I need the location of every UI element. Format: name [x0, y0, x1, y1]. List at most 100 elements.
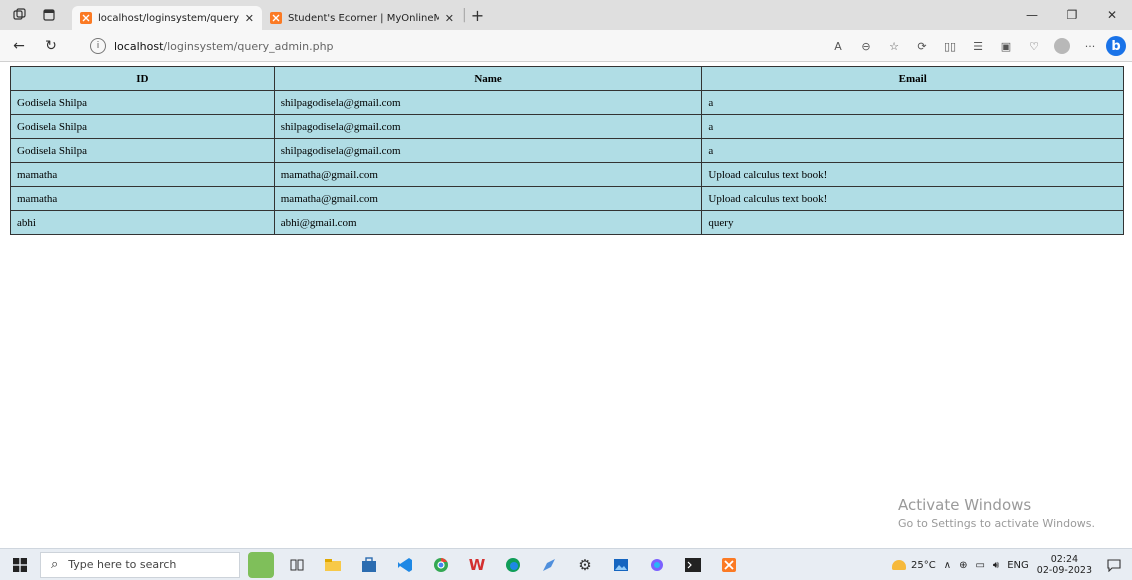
browser-tab-bar: localhost/loginsystem/query_adm ✕ Studen… — [0, 0, 1132, 30]
close-tab-icon[interactable]: ✕ — [245, 12, 254, 25]
favorites-icon[interactable]: ☰ — [966, 34, 990, 58]
read-aloud-icon[interactable]: A — [826, 34, 850, 58]
xampp-icon[interactable] — [716, 552, 742, 578]
table-row: Godisela Shilpa shilpagodisela@gmail.com… — [10, 90, 1124, 115]
vscode-icon[interactable] — [392, 552, 418, 578]
windows-taskbar: ⌕ Type here to search W ⚙ 25°C ∧ ⊕ ▭ 🔊︎ … — [0, 548, 1132, 580]
page-content: ID Name Email Godisela Shilpa shilpagodi… — [10, 66, 1124, 546]
search-placeholder: Type here to search — [68, 558, 177, 571]
weather-widget[interactable]: 25°C — [892, 560, 936, 571]
table-cell: Godisela Shilpa — [10, 138, 275, 163]
clock-time: 02:24 — [1050, 554, 1079, 565]
table-cell: a — [701, 90, 1124, 115]
window-controls: — ❐ ✕ — [1012, 0, 1132, 30]
new-tab-button[interactable]: + — [471, 6, 484, 25]
table-cell: mamatha@gmail.com — [273, 186, 703, 211]
tab-title: localhost/loginsystem/query_adm — [98, 12, 239, 24]
collections-icon[interactable]: ▣ — [994, 34, 1018, 58]
close-tab-icon[interactable]: ✕ — [445, 12, 454, 25]
wps-office-icon[interactable]: W — [464, 552, 490, 578]
show-hidden-icons-icon[interactable]: ∧ — [944, 560, 951, 571]
weather-icon — [892, 560, 907, 570]
tab-divider: | — [462, 7, 467, 23]
table-cell: mamatha — [10, 186, 275, 211]
table-cell: Godisela Shilpa — [10, 114, 275, 139]
table-row: mamatha mamatha@gmail.com Upload calculu… — [10, 162, 1124, 187]
back-icon[interactable]: ← — [6, 33, 32, 59]
paint-icon[interactable] — [536, 552, 562, 578]
table-cell: mamatha — [10, 162, 275, 187]
widgets-icon[interactable] — [248, 551, 274, 578]
address-bar[interactable]: i localhost /loginsystem/query_admin.php — [90, 34, 710, 58]
column-header-name: Name — [273, 66, 703, 91]
clock-date: 02-09-2023 — [1036, 565, 1092, 576]
table-cell: mamatha@gmail.com — [273, 162, 703, 187]
network-icon[interactable]: ⊕ — [959, 560, 967, 571]
table-row: Godisela Shilpa shilpagodisela@gmail.com… — [10, 138, 1124, 163]
avatar — [1054, 38, 1070, 54]
table-cell: a — [701, 138, 1124, 163]
query-table: ID Name Email Godisela Shilpa shilpagodi… — [10, 66, 1124, 235]
tab-title: Student's Ecorner | MyOnlineMe — [288, 12, 439, 24]
table-cell: Upload calculus text book! — [701, 162, 1124, 187]
more-options-icon[interactable]: ··· — [1078, 34, 1102, 58]
tab-actions-icon[interactable] — [38, 4, 60, 26]
restore-icon[interactable]: ❐ — [1052, 8, 1092, 22]
table-cell: abhi@gmail.com — [273, 210, 703, 235]
store-icon[interactable] — [356, 552, 382, 578]
minimize-icon[interactable]: — — [1012, 8, 1052, 22]
table-cell: Godisela Shilpa — [10, 90, 275, 115]
xampp-favicon-icon — [80, 12, 92, 24]
table-row: mamatha mamatha@gmail.com Upload calculu… — [10, 186, 1124, 211]
taskbar-apps: W ⚙ — [248, 551, 742, 578]
extensions-icon[interactable]: ⟳ — [910, 34, 934, 58]
table-row: abhi abhi@gmail.com query — [10, 210, 1124, 235]
search-icon: ⌕ — [51, 557, 59, 572]
watermark-subtitle: Go to Settings to activate Windows. — [898, 517, 1096, 530]
browser-toolbar: ← ↻ i localhost /loginsystem/query_admin… — [0, 30, 1132, 62]
favorite-star-icon[interactable]: ☆ — [882, 34, 906, 58]
profile-icon[interactable] — [1050, 34, 1074, 58]
table-cell: Upload calculus text book! — [701, 186, 1124, 211]
edge-icon[interactable] — [500, 552, 526, 578]
table-header-row: ID Name Email — [10, 66, 1124, 91]
windows-start-icon[interactable] — [0, 549, 40, 580]
table-cell: shilpagodisela@gmail.com — [273, 90, 703, 115]
bing-copilot-icon[interactable]: b — [1106, 36, 1126, 56]
table-cell: a — [701, 114, 1124, 139]
battery-icon[interactable]: ▭ — [975, 560, 984, 571]
url-host: localhost — [114, 39, 164, 53]
language-indicator[interactable]: ENG — [1007, 560, 1029, 571]
table-row: Godisela Shilpa shilpagodisela@gmail.com… — [10, 114, 1124, 139]
activate-windows-watermark: Activate Windows Go to Settings to activ… — [898, 496, 1095, 530]
site-info-icon[interactable]: i — [90, 38, 106, 54]
taskbar-search-box[interactable]: ⌕ Type here to search — [40, 551, 240, 578]
close-window-icon[interactable]: ✕ — [1092, 8, 1132, 22]
zoom-icon[interactable]: ⊖ — [854, 34, 878, 58]
taskbar-clock[interactable]: 02:24 02-09-2023 — [1037, 554, 1092, 576]
url-path: /loginsystem/query_admin.php — [163, 39, 334, 53]
split-screen-icon[interactable]: ▯▯ — [938, 34, 962, 58]
photos-icon[interactable] — [608, 552, 634, 578]
settings-gear-icon[interactable]: ⚙ — [572, 552, 598, 578]
refresh-icon[interactable]: ↻ — [38, 33, 64, 59]
task-view-icon[interactable] — [284, 552, 310, 578]
workspaces-icon[interactable] — [8, 4, 30, 26]
table-cell: abhi — [10, 210, 275, 235]
column-header-id: ID — [10, 66, 275, 91]
file-explorer-icon[interactable] — [320, 552, 346, 578]
table-cell: shilpagodisela@gmail.com — [273, 138, 703, 163]
table-cell: shilpagodisela@gmail.com — [273, 114, 703, 139]
temperature: 25°C — [911, 559, 936, 571]
copilot-icon[interactable] — [644, 552, 670, 578]
volume-icon[interactable]: 🔊︎ — [993, 560, 999, 571]
xampp-favicon-icon — [270, 12, 282, 24]
column-header-email: Email — [701, 66, 1124, 91]
browser-essentials-icon[interactable]: ♡ — [1022, 34, 1046, 58]
tab-students-ecorner[interactable]: Student's Ecorner | MyOnlineMe ✕ — [262, 6, 462, 30]
watermark-title: Activate Windows — [898, 496, 1032, 514]
notifications-icon[interactable] — [1104, 555, 1124, 575]
chrome-icon[interactable] — [428, 552, 454, 578]
terminal-icon[interactable] — [680, 552, 706, 578]
tab-query-admin[interactable]: localhost/loginsystem/query_adm ✕ — [72, 6, 262, 30]
